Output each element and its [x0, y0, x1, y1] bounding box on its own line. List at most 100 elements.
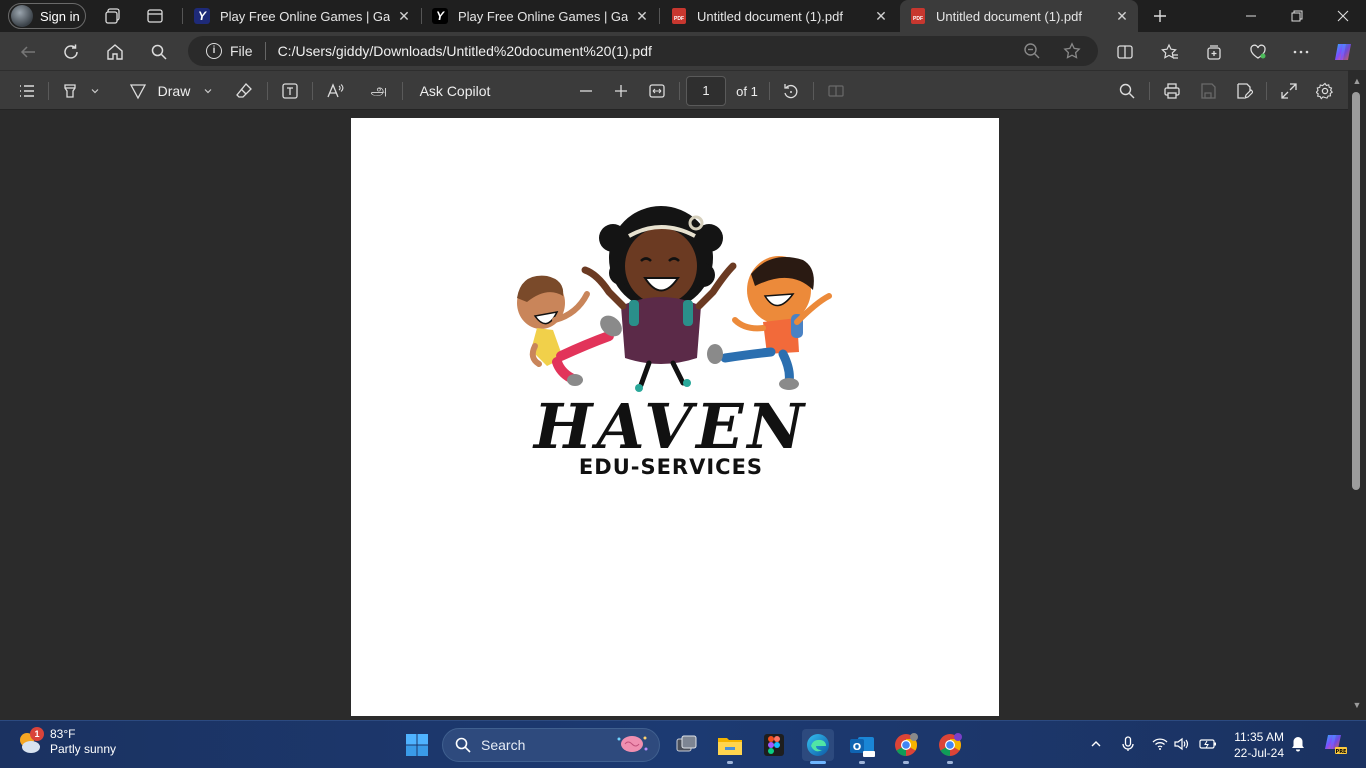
- show-hidden-icons-chevron-up-icon[interactable]: [1085, 733, 1107, 755]
- close-tab-icon[interactable]: ✕: [1114, 8, 1130, 24]
- translate-icon[interactable]: அ: [368, 80, 390, 102]
- profile-signin-button[interactable]: Sign in: [8, 3, 86, 29]
- notifications-bell-icon[interactable]: [1287, 733, 1309, 755]
- ask-copilot-button[interactable]: Ask Copilot: [418, 80, 492, 102]
- start-windows-icon[interactable]: [401, 729, 433, 761]
- chrome-profile-1-icon[interactable]: [890, 729, 922, 761]
- tab-title: Untitled document (1).pdf: [697, 8, 843, 24]
- pdf-toolbar: Draw அ Ask Copilot 1 of 1: [0, 70, 1366, 110]
- weather-temp: 83°F: [50, 727, 76, 741]
- fullscreen-icon[interactable]: [1278, 80, 1300, 102]
- info-icon[interactable]: i: [206, 43, 222, 59]
- taskbar: 1 83°F Partly sunny Search O 11:35 AM 22…: [0, 720, 1366, 768]
- settings-gear-icon[interactable]: [1314, 80, 1336, 102]
- workspaces-icon[interactable]: [103, 6, 123, 26]
- page-total: of 1: [736, 83, 758, 99]
- tab-title: Play Free Online Games | Games: [458, 8, 628, 24]
- save-icon[interactable]: [1197, 80, 1219, 102]
- figma-icon[interactable]: [758, 729, 790, 761]
- draw-icon[interactable]: [127, 80, 149, 102]
- save-as-icon[interactable]: [1233, 80, 1255, 102]
- clock[interactable]: 11:35 AM 22-Jul-24: [1228, 729, 1284, 761]
- svg-text:O: O: [853, 742, 862, 753]
- pdf-page: HAVEN EDU-SERVICES: [351, 118, 999, 716]
- draw-button[interactable]: Draw: [156, 80, 192, 102]
- favorites-icon[interactable]: [1157, 39, 1183, 65]
- close-tab-icon[interactable]: ✕: [396, 8, 412, 24]
- copilot-icon[interactable]: [1330, 39, 1356, 65]
- fit-to-width-icon[interactable]: [646, 80, 668, 102]
- new-tab-icon[interactable]: [1150, 6, 1170, 26]
- close-tab-icon[interactable]: ✕: [634, 8, 650, 24]
- battery-icon[interactable]: [1197, 733, 1219, 755]
- notification-badge: 1: [30, 727, 44, 741]
- tab-title: Play Free Online Games | Games: [220, 8, 390, 24]
- scroll-up-arrow-icon[interactable]: ▲: [1352, 76, 1362, 86]
- print-icon[interactable]: [1161, 80, 1183, 102]
- zoom-out-button[interactable]: [575, 80, 597, 102]
- highlight-options-chevron-down-icon[interactable]: [87, 80, 103, 102]
- split-screen-icon[interactable]: [1112, 39, 1138, 65]
- browser-essentials-icon[interactable]: [1245, 39, 1271, 65]
- rotate-icon[interactable]: [780, 80, 802, 102]
- zoom-out-icon[interactable]: [1023, 42, 1041, 60]
- close-tab-icon[interactable]: ✕: [873, 8, 889, 24]
- chrome-profile-2-icon[interactable]: [934, 729, 966, 761]
- edge-browser-icon[interactable]: [802, 729, 834, 761]
- weather-desc: Partly sunny: [50, 742, 117, 756]
- minimize-button[interactable]: [1228, 0, 1274, 32]
- tab-actions-icon[interactable]: [145, 6, 165, 26]
- pdf-viewer: HAVEN EDU-SERVICES: [0, 110, 1348, 720]
- page-view-icon[interactable]: [825, 80, 847, 102]
- tab-title: Untitled document (1).pdf: [936, 8, 1082, 24]
- search-icon[interactable]: [146, 39, 172, 65]
- page-number-input[interactable]: 1: [686, 76, 726, 106]
- file-explorer-icon[interactable]: [714, 729, 746, 761]
- collections-icon[interactable]: [1201, 39, 1227, 65]
- back-button[interactable]: [15, 39, 41, 65]
- tab-pdf-1[interactable]: PDF Untitled document (1).pdf ✕: [661, 0, 897, 32]
- favorite-star-icon[interactable]: [1063, 42, 1081, 60]
- draw-options-chevron-down-icon[interactable]: [200, 80, 216, 102]
- highlight-icon[interactable]: [59, 80, 81, 102]
- contents-icon[interactable]: [16, 80, 38, 102]
- y8-icon: Y: [194, 8, 210, 24]
- add-text-icon[interactable]: [279, 80, 301, 102]
- address-bar[interactable]: i File C:/Users/giddy/Downloads/Untitled…: [188, 36, 1098, 66]
- wifi-icon[interactable]: [1149, 733, 1171, 755]
- clock-date: 22-Jul-24: [1233, 746, 1284, 760]
- more-options-icon[interactable]: [1288, 39, 1314, 65]
- tab-pdf-2-active[interactable]: PDF Untitled document (1).pdf ✕: [900, 0, 1138, 32]
- home-button[interactable]: [102, 39, 128, 65]
- outlook-new-icon[interactable]: O: [846, 729, 878, 761]
- navigation-bar: i File C:/Users/giddy/Downloads/Untitled…: [0, 32, 1366, 70]
- pdf-icon: PDF: [910, 8, 926, 24]
- find-search-icon[interactable]: [1116, 80, 1138, 102]
- erase-icon[interactable]: [233, 80, 255, 102]
- taskbar-search-box[interactable]: Search: [442, 728, 660, 762]
- svg-text:PRE: PRE: [1336, 749, 1347, 755]
- clock-time: 11:35 AM: [1234, 730, 1284, 744]
- scroll-down-arrow-icon[interactable]: ▼: [1352, 700, 1362, 710]
- tab-games-2[interactable]: Y Play Free Online Games | Games ✕: [422, 0, 658, 32]
- read-aloud-icon[interactable]: [324, 80, 346, 102]
- scrollbar-thumb[interactable]: [1352, 92, 1360, 490]
- avatar: [11, 5, 33, 27]
- microphone-icon[interactable]: [1117, 733, 1139, 755]
- address-url[interactable]: C:/Users/giddy/Downloads/Untitled%20docu…: [278, 43, 652, 59]
- restore-button[interactable]: [1274, 0, 1320, 32]
- pdf-icon: PDF: [671, 8, 687, 24]
- logo-title: HAVEN: [532, 390, 808, 463]
- refresh-button[interactable]: [58, 39, 84, 65]
- task-view-icon[interactable]: [670, 729, 702, 761]
- weather-widget[interactable]: 1 83°F Partly sunny: [16, 727, 116, 757]
- copilot-preview-icon[interactable]: PRE: [1322, 733, 1348, 755]
- girl-figure: [581, 206, 737, 392]
- vertical-scrollbar[interactable]: ▲ ▼: [1348, 70, 1366, 720]
- logo-subtitle: EDU-SERVICES: [579, 455, 763, 479]
- volume-icon[interactable]: [1171, 733, 1193, 755]
- close-window-button[interactable]: [1320, 0, 1366, 32]
- tab-games-1[interactable]: Y Play Free Online Games | Games ✕: [184, 0, 420, 32]
- zoom-in-button[interactable]: [610, 80, 632, 102]
- y8-icon: Y: [432, 8, 448, 24]
